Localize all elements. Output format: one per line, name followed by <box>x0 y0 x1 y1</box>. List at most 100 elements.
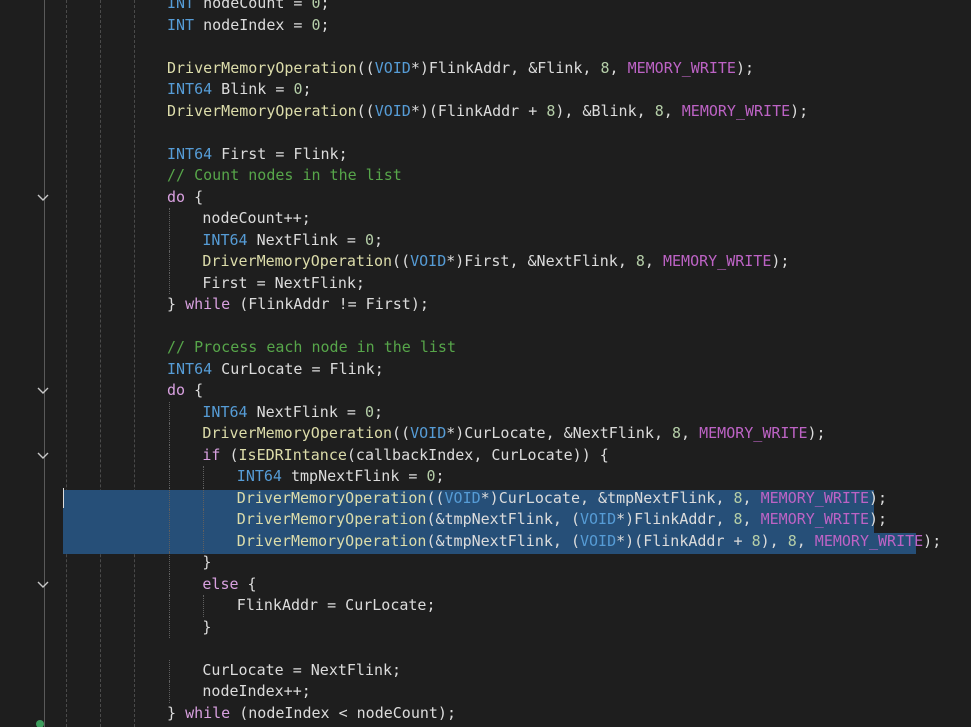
code-token: (&tmpNextFlink, ( <box>426 531 580 550</box>
chevron-down-icon[interactable] <box>36 191 50 205</box>
code-token: ); <box>923 531 942 550</box>
code-token: 8 <box>635 252 645 270</box>
code-token: MEMORY_WRITE <box>627 58 736 77</box>
code-token: ), &Blink, <box>555 101 655 120</box>
code-token: (( <box>392 252 411 270</box>
code-token: // Count nodes in the list <box>167 166 402 184</box>
code-token: 0 <box>364 402 374 421</box>
code-line[interactable]: First = NextFlink; <box>202 273 365 295</box>
code-line[interactable]: if (IsEDRIntance(callbackIndex, CurLocat… <box>202 445 608 467</box>
code-token: First = Flink; <box>212 144 348 163</box>
code-token: , <box>609 58 628 77</box>
code-line[interactable]: nodeIndex++; <box>202 681 310 703</box>
code-token: FlinkAddr = CurLocate; <box>236 596 436 614</box>
code-token: while <box>185 703 231 722</box>
code-token: (&tmpNextFlink, ( <box>426 510 580 528</box>
code-token: MEMORY_WRITE <box>662 252 772 270</box>
code-token: 8 <box>733 510 743 528</box>
code-token: IsEDRIntance <box>238 445 347 464</box>
indent-guide <box>169 208 170 230</box>
code-token: INT <box>167 0 195 12</box>
code-line[interactable]: } while (FlinkAddr != First); <box>167 294 429 316</box>
code-line[interactable]: INT nodeIndex = 0; <box>167 15 330 37</box>
code-token: // Process each node in the list <box>167 338 456 356</box>
code-line[interactable]: DriverMemoryOperation((VOID*)(FlinkAddr … <box>167 101 808 123</box>
code-line[interactable]: INT64 First = Flink; <box>167 144 348 166</box>
code-token: MEMORY_WRITE <box>814 531 924 550</box>
code-token: DriverMemoryOperation <box>167 101 357 120</box>
code-line[interactable]: } while (nodeIndex < nodeCount); <box>167 703 456 725</box>
indent-guide <box>169 401 170 423</box>
code-line[interactable]: DriverMemoryOperation((VOID*)CurLocate, … <box>237 488 887 510</box>
code-token: NextFlink = <box>247 402 365 421</box>
code-line[interactable]: } <box>202 552 211 574</box>
code-token: nodeIndex = <box>194 15 312 34</box>
code-token: ( <box>220 445 239 464</box>
code-token: } <box>167 703 186 722</box>
code-token: while <box>185 295 231 313</box>
code-token: Blink = <box>212 80 294 98</box>
code-editor[interactable]: INT nodeCount = 0; INT nodeIndex = 0; Driv… <box>0 0 971 727</box>
indent-guide <box>203 509 205 531</box>
code-line[interactable]: DriverMemoryOperation((VOID*)First, &Nex… <box>202 251 789 273</box>
code-token: (( <box>392 424 411 442</box>
code-line[interactable]: // Process each node in the list <box>167 337 456 359</box>
code-line[interactable]: else { <box>202 574 256 596</box>
code-token: *)CurLocate, &NextFlink, <box>446 424 673 442</box>
code-line[interactable]: // Count nodes in the list <box>167 165 402 187</box>
code-line[interactable]: INT64 Blink = 0; <box>167 79 312 101</box>
chevron-down-icon[interactable] <box>36 384 50 398</box>
indent-guide <box>169 616 170 638</box>
chevron-down-icon[interactable] <box>36 578 50 592</box>
code-token: VOID <box>374 58 411 77</box>
code-token: ; <box>320 0 330 12</box>
code-token: do <box>167 187 186 206</box>
code-token: *)First, &NextFlink, <box>446 252 636 270</box>
code-token: nodeIndex++; <box>202 682 311 700</box>
code-line[interactable]: } <box>202 617 211 639</box>
chevron-down-icon[interactable] <box>36 449 50 463</box>
indent-guide <box>169 573 170 595</box>
code-line[interactable]: DriverMemoryOperation((VOID*)FlinkAddr, … <box>167 58 754 80</box>
code-line[interactable]: DriverMemoryOperation((VOID*)CurLocate, … <box>202 423 825 445</box>
code-token: First = NextFlink; <box>202 273 365 292</box>
code-token: DriverMemoryOperation <box>236 488 427 507</box>
code-token: ; <box>373 230 384 249</box>
code-line[interactable]: INT nodeCount = 0; <box>167 0 330 15</box>
code-token: INT64 <box>167 144 213 163</box>
code-token: else <box>202 574 239 593</box>
indent-guide <box>169 509 170 531</box>
indent-guide <box>203 466 205 488</box>
code-line[interactable]: DriverMemoryOperation(&tmpNextFlink, (VO… <box>237 531 941 553</box>
code-token: INT <box>167 15 195 34</box>
code-token: ); <box>868 488 888 507</box>
code-token: DriverMemoryOperation <box>167 58 357 77</box>
code-token: VOID <box>579 510 617 528</box>
code-token: (( <box>426 488 445 507</box>
code-token: DriverMemoryOperation <box>236 531 427 550</box>
code-line[interactable]: CurLocate = NextFlink; <box>202 660 401 682</box>
code-line[interactable]: nodeCount++; <box>202 208 310 230</box>
code-token: , <box>681 424 700 442</box>
code-line[interactable]: do { <box>167 187 203 209</box>
code-line[interactable]: INT64 CurLocate = Flink; <box>167 359 384 381</box>
code-token: DriverMemoryOperation <box>202 252 393 270</box>
code-line[interactable]: INT64 NextFlink = 0; <box>202 230 383 252</box>
code-line[interactable]: INT64 tmpNextFlink = 0; <box>237 466 445 488</box>
code-line[interactable]: DriverMemoryOperation(&tmpNextFlink, (VO… <box>237 509 887 531</box>
code-token: ; <box>320 15 330 34</box>
indent-guide <box>169 229 170 251</box>
code-token: { <box>185 187 204 206</box>
indent-guide <box>169 444 170 466</box>
code-line[interactable]: FlinkAddr = CurLocate; <box>237 595 436 617</box>
code-token: NextFlink = <box>247 230 365 249</box>
indent-guide <box>134 0 135 727</box>
indent-guide <box>203 530 205 552</box>
code-token: DriverMemoryOperation <box>236 510 427 528</box>
text-caret <box>63 488 64 508</box>
code-line[interactable]: INT64 NextFlink = 0; <box>202 402 383 424</box>
code-token: (( <box>356 58 375 77</box>
code-line[interactable]: do { <box>167 380 203 402</box>
editor-gutter <box>0 0 60 727</box>
indent-guide <box>203 487 205 509</box>
